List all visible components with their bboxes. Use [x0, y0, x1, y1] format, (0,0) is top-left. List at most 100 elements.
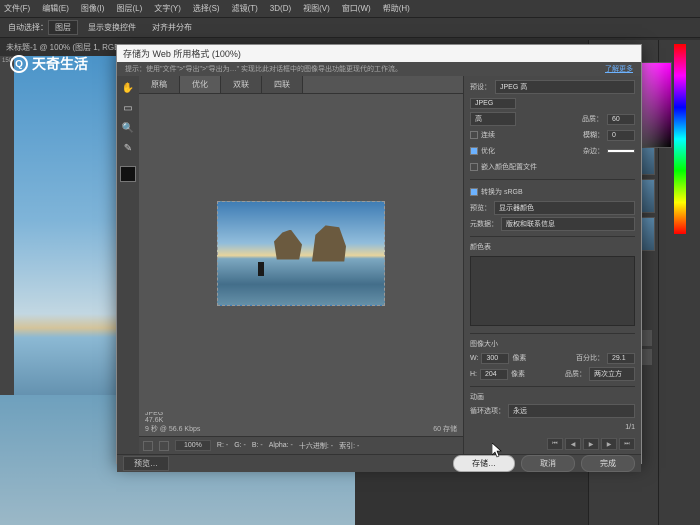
resample-dropdown[interactable]: 两次立方 [589, 367, 635, 381]
w-unit: 像素 [512, 353, 526, 363]
resample-label: 品质： [565, 369, 586, 379]
preview-statusbar: 100% R: - G: - B: - Alpha: - 十六进制: - 索引:… [139, 436, 463, 454]
srgb-checkbox[interactable] [470, 188, 478, 196]
info-loadtime: 9 秒 @ 56.6 Kbps [145, 424, 200, 434]
menu-layer[interactable]: 图层(L) [116, 3, 142, 14]
preview-tabs: 原稿 优化 双联 四联 [139, 76, 463, 94]
dialog-toolcolumn: ✋ ▭ 🔍 ✎ [117, 76, 139, 454]
tab-original[interactable]: 原稿 [139, 76, 180, 93]
matte-swatch[interactable] [607, 149, 635, 153]
w-label: W: [470, 355, 478, 362]
optimized-checkbox[interactable] [470, 147, 478, 155]
menu-filter[interactable]: 滤镜(T) [232, 3, 258, 14]
settings-panel: 预设： JPEG 高 JPEG 高 品质： 60 连续 模糊： 0 优化 [463, 76, 641, 454]
progressive-checkbox[interactable] [470, 131, 478, 139]
tab-optimized[interactable]: 优化 [180, 76, 221, 93]
cancel-button[interactable]: 取消 [521, 455, 575, 472]
menu-edit[interactable]: 编辑(E) [42, 3, 69, 14]
preview-area[interactable] [139, 94, 463, 412]
embed-profile-label: 嵌入颜色配置文件 [481, 162, 537, 172]
metadata-label: 元数据： [470, 219, 498, 229]
options-bar: 自动选择： 图层 显示变换控件 对齐并分布 [0, 18, 700, 38]
progressive-label: 连续 [481, 130, 495, 140]
last-frame-button[interactable]: ⏭ [619, 438, 635, 450]
next-frame-button[interactable]: ▶ [601, 438, 617, 450]
hue-slider[interactable] [674, 44, 686, 234]
auto-select-label: 自动选择： [8, 22, 48, 33]
height-input[interactable]: 204 [480, 369, 508, 380]
menu-image[interactable]: 图像(I) [81, 3, 105, 14]
preset-label: 预设： [470, 82, 492, 92]
align-label: 对齐并分布 [152, 22, 192, 33]
info-filesize: 47.6K [145, 417, 200, 424]
done-button[interactable]: 完成 [581, 455, 635, 472]
dialog-titlebar: 存储为 Web 所用格式 (100%) [117, 45, 641, 62]
hint-text: 提示：使用"文件">"导出">"导出为…" 实现比此对话框中的图像导出功能更现代… [125, 64, 402, 74]
preview-pane: 原稿 优化 双联 四联 JPEG 47.6K 9 秒 @ 56.6 Kbps 6… [139, 76, 463, 454]
frame-readout: 1/1 [625, 424, 635, 431]
eyedropper-tool-icon[interactable]: ✎ [120, 140, 136, 156]
percent-label: 百分比： [576, 353, 604, 363]
hand-tool-icon[interactable]: ✋ [120, 80, 136, 96]
transform-checkbox-label[interactable]: 显示变换控件 [88, 22, 136, 33]
zoom-tool-icon[interactable]: 🔍 [120, 120, 136, 136]
watermark-text: 天奇生活 [32, 54, 88, 74]
loop-label: 循环选项： [470, 406, 505, 416]
learn-more-link[interactable]: 了解更多 [605, 64, 633, 74]
percent-input[interactable]: 29.1 [607, 353, 635, 364]
document-tab[interactable]: 未标题-1 @ 100% (图层 1, RGB/8) * [6, 42, 134, 53]
prev-frame-button[interactable]: ◀ [565, 438, 581, 450]
optimized-label: 优化 [481, 146, 495, 156]
width-input[interactable]: 300 [481, 353, 509, 364]
readout-hex: 十六进制: - [299, 441, 333, 451]
save-button[interactable]: 存储… [453, 455, 515, 472]
grid2-icon[interactable] [159, 441, 169, 451]
srgb-label: 转换为 sRGB [481, 187, 523, 197]
eyedropper-color-swatch[interactable] [120, 166, 136, 182]
quality-preset-dropdown[interactable]: 高 [470, 112, 516, 126]
metadata-dropdown[interactable]: 版权和联系信息 [501, 217, 635, 231]
menu-window[interactable]: 窗口(W) [342, 3, 371, 14]
readout-alpha: Alpha: - [269, 442, 293, 449]
slice-tool-icon[interactable]: ▭ [120, 100, 136, 116]
tab-4up[interactable]: 四联 [262, 76, 303, 93]
save-for-web-dialog: 存储为 Web 所用格式 (100%) 提示：使用"文件">"导出">"导出为…… [116, 44, 642, 464]
preview-in-dropdown[interactable]: 预览… [123, 456, 169, 471]
dialog-footer: 预览… 存储… 取消 完成 [117, 454, 641, 472]
tab-2up[interactable]: 双联 [221, 76, 262, 93]
h-unit: 像素 [511, 369, 525, 379]
loop-dropdown[interactable]: 永远 [508, 404, 635, 418]
grid-icon[interactable] [143, 441, 153, 451]
first-frame-button[interactable]: ⏮ [547, 438, 563, 450]
preview-image [217, 201, 385, 306]
menu-select[interactable]: 选择(S) [193, 3, 220, 14]
play-button[interactable]: ▶ [583, 438, 599, 450]
embed-profile-checkbox[interactable] [470, 163, 478, 171]
quality-label: 品质： [582, 114, 604, 124]
blur-input[interactable]: 0 [607, 130, 635, 141]
readout-r: R: - [217, 442, 228, 449]
preview-dropdown[interactable]: 显示器颜色 [494, 201, 635, 215]
preset-dropdown[interactable]: JPEG 高 [495, 80, 635, 94]
color-table[interactable] [470, 256, 635, 326]
quality-input[interactable]: 60 [607, 114, 635, 125]
preview-label: 预览： [470, 203, 491, 213]
watermark-logo-icon: Q [10, 55, 28, 73]
menu-type[interactable]: 文字(Y) [154, 3, 181, 14]
menu-view[interactable]: 视图(V) [303, 3, 330, 14]
menu-file[interactable]: 文件(F) [4, 3, 30, 14]
menu-help[interactable]: 帮助(H) [383, 3, 410, 14]
auto-select-dropdown[interactable]: 图层 [48, 20, 78, 35]
readout-b: B: - [252, 442, 263, 449]
watermark: Q 天奇生活 [10, 54, 88, 74]
zoom-dropdown[interactable]: 100% [175, 440, 211, 451]
preview-rock-2 [312, 224, 346, 262]
readout-index: 索引: - [339, 441, 359, 451]
info-quality: 60 存储 [433, 424, 457, 434]
matte-label: 杂边： [583, 146, 604, 156]
preview-rock-1 [274, 230, 302, 260]
blur-label: 模糊： [583, 130, 604, 140]
menu-3d[interactable]: 3D(D) [270, 4, 291, 13]
format-dropdown[interactable]: JPEG [470, 98, 516, 109]
app-menubar: 文件(F) 编辑(E) 图像(I) 图层(L) 文字(Y) 选择(S) 滤镜(T… [0, 0, 700, 18]
